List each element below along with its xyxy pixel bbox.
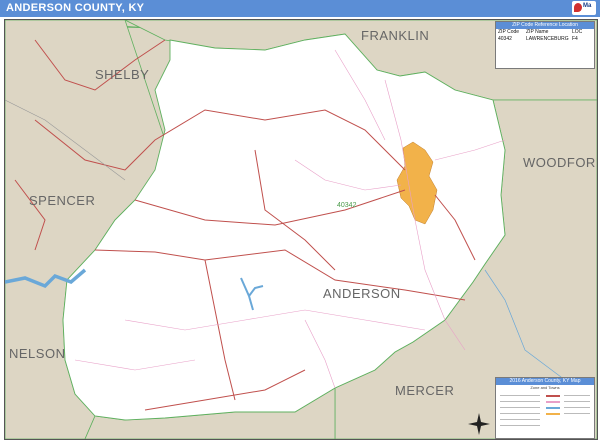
- label-anderson: ANDERSON: [323, 286, 401, 301]
- legend-line: [500, 419, 540, 420]
- legend-line: [500, 425, 540, 426]
- zip-reference-table: ZIP Code Reference Location ZIP Code ZIP…: [495, 21, 595, 69]
- compass-icon: [468, 413, 490, 435]
- zip-header-loc: LOC: [572, 29, 583, 35]
- logo-text-icon: Ma: [583, 3, 592, 9]
- zip-table-row: 40342 LAWRENCEBURG F4: [496, 36, 594, 43]
- legend-major-road: [546, 395, 560, 397]
- legend-line: [500, 395, 540, 396]
- zip-header-name: ZIP Name: [526, 29, 549, 35]
- legend-title: 2016 Anderson County, KY Map: [496, 378, 594, 385]
- legend-line: [564, 407, 590, 408]
- label-woodford: WOODFORD: [523, 155, 598, 170]
- zip-loc: F4: [572, 36, 578, 42]
- map-frame[interactable]: FRANKLIN SHELBY WOODFORD SPENCER ANDERSO…: [4, 19, 598, 440]
- title-bar: ANDERSON COUNTY, KY Ma: [0, 0, 600, 17]
- legend-line: [500, 407, 540, 408]
- legend-line: [564, 395, 590, 396]
- publisher-logo: Ma: [572, 1, 596, 15]
- zip-name: LAWRENCEBURG: [526, 36, 569, 42]
- legend-city: [546, 413, 560, 415]
- logo-mark-icon: [574, 3, 582, 12]
- label-shelby: SHELBY: [95, 67, 150, 82]
- label-franklin: FRANKLIN: [361, 28, 430, 43]
- label-zip-40342: 40342: [337, 202, 357, 209]
- legend-line: [500, 413, 540, 414]
- zip-code: 40342: [498, 36, 512, 42]
- legend-subtitle: Zone and Towns: [530, 385, 560, 390]
- legend-minor-road: [546, 401, 560, 403]
- page-title: ANDERSON COUNTY, KY: [6, 2, 145, 14]
- label-mercer: MERCER: [395, 383, 455, 398]
- zip-table-header: ZIP Code ZIP Name LOC: [496, 29, 594, 36]
- legend-water: [546, 407, 560, 409]
- zip-header-code: ZIP Code: [498, 29, 520, 35]
- legend-line: [564, 401, 590, 402]
- legend-line: [564, 413, 590, 414]
- map-legend: 2016 Anderson County, KY Map Zone and To…: [495, 377, 595, 439]
- label-spencer: SPENCER: [29, 193, 96, 208]
- label-nelson: NELSON: [9, 346, 66, 361]
- legend-line: [500, 401, 540, 402]
- zip-table-title: ZIP Code Reference Location: [496, 22, 594, 29]
